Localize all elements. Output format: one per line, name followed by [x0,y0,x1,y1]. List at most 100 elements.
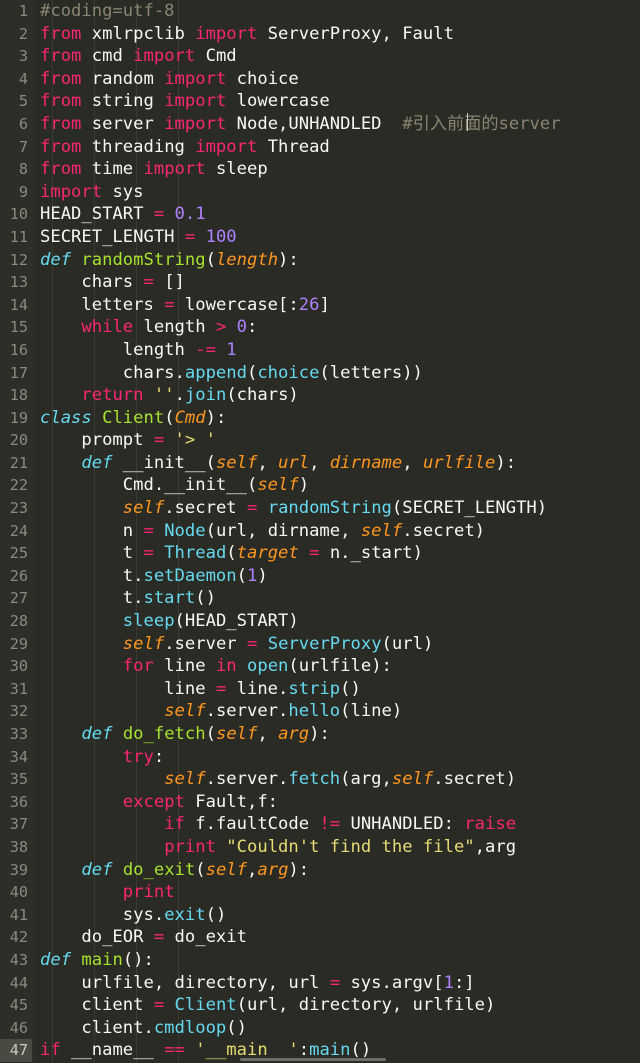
line-source: def main(): [40,949,154,970]
line-source: sys.exit() [40,904,227,925]
line-number: 5 [18,92,28,111]
line-number: 14 [9,295,28,314]
code-line[interactable]: 24 n = Node(url, dirname, self.secret) [0,520,640,543]
line-number: 1 [18,2,28,20]
line-number: 22 [9,476,28,495]
line-source: return ''.join(chars) [81,385,299,406]
code-line[interactable]: 22 Cmd.__init__(self) [0,474,640,497]
line-number: 44 [9,973,28,992]
line-source: from time import sleep [40,159,268,180]
code-line[interactable]: 42 do_EOR = do_exit [0,926,640,949]
line-number: 28 [9,612,28,631]
code-line[interactable]: 18 return ''.join(chars) [0,384,640,407]
line-source: prompt = '> ' [40,430,216,451]
code-line[interactable]: 23 self.secret = randomString(SECRET_LEN… [0,497,640,520]
line-number: 32 [9,702,28,721]
code-line[interactable]: 46 client.cmdloop() [0,1017,640,1040]
code-line[interactable]: 13 chars = [] [0,271,640,294]
line-source: try: [122,746,165,767]
line-number: 3 [18,47,28,66]
line-number: 23 [9,499,28,518]
code-line[interactable]: 3 from cmd import Cmd [0,45,640,68]
code-line[interactable]: 5 from string import lowercase [0,90,640,113]
code-line[interactable]: 35 self.server.fetch(arg,self.secret) [0,768,640,791]
code-line[interactable]: 14 letters = lowercase[:26] [0,294,640,317]
code-line[interactable]: 32 self.server.hello(line) [0,700,640,723]
code-line[interactable]: 43 def main(): [0,949,640,972]
code-line[interactable]: 44 urlfile, directory, url = sys.argv[1:… [0,972,640,995]
line-source: def __init__(self, url, dirname, urlfile… [81,452,517,473]
code-line[interactable]: 30 for line in open(urlfile): [0,655,640,678]
code-line[interactable]: 33 def do_fetch(self, arg): [0,723,640,746]
code-line[interactable]: 6 from server import Node,UNHANDLED #引入前面… [0,113,640,136]
line-source: from string import lowercase [40,91,330,112]
line-number: 35 [9,770,28,789]
code-line[interactable]: 19 class Client(Cmd): [0,407,640,430]
line-source: class Client(Cmd): [40,407,227,428]
line-number: 12 [9,250,28,269]
code-line[interactable]: 15 while length > 0: [0,316,640,339]
line-number: 20 [9,431,28,450]
line-number: 6 [18,114,28,133]
line-source: chars.append(choice(letters)) [40,362,423,383]
line-number: 39 [9,860,28,879]
line-source: self.server = ServerProxy(url) [122,633,434,654]
code-line[interactable]: 37 if f.faultCode != UNHANDLED: raise [0,813,640,836]
code-line[interactable]: 31 line = line.strip() [0,678,640,701]
line-number: 40 [9,883,28,902]
line-number: 26 [9,566,28,585]
line-source: from cmd import Cmd [40,46,237,67]
line-number: 25 [9,544,28,563]
code-line[interactable]: 10 HEAD_START = 0.1 [0,203,640,226]
code-line[interactable]: 40 print [0,881,640,904]
code-line[interactable]: 9 import sys [0,181,640,204]
line-number: 33 [9,725,28,743]
code-line[interactable]: 7 from threading import Thread [0,136,640,159]
line-source: from server import Node,UNHANDLED #引入前面的… [40,113,561,134]
code-line[interactable]: 2 from xmlrpclib import ServerProxy, Faul… [0,23,640,46]
code-line[interactable]: 29 self.server = ServerProxy(url) [0,633,640,656]
line-source: def do_fetch(self, arg): [81,724,330,744]
line-number: 18 [9,386,28,405]
horizontal-scrollbar[interactable] [240,1058,386,1061]
code-line[interactable]: 27 t.start() [0,587,640,610]
code-line[interactable]: 26 t.setDaemon(1) [0,565,640,588]
code-line[interactable]: 11 SECRET_LENGTH = 100 [0,226,640,249]
code-line[interactable]: 39 def do_exit(self,arg): [0,859,640,882]
line-number: 15 [9,318,28,337]
code-line[interactable]: 28 sleep(HEAD_START) [0,610,640,633]
line-number: 38 [9,837,28,856]
line-number: 4 [18,69,28,88]
code-line[interactable]: 8 from time import sleep [0,158,640,181]
line-source: t.start() [40,588,216,609]
line-number: 13 [9,273,28,292]
code-line[interactable]: 16 length -= 1 [0,339,640,362]
line-number: 9 [18,182,28,201]
line-source: sleep(HEAD_START) [122,611,299,632]
code-line[interactable]: 4 from random import choice [0,68,640,91]
code-line[interactable]: 34 try: [0,746,640,769]
line-number: 16 [9,340,28,359]
line-number: 27 [9,589,28,608]
code-line[interactable]: 25 t = Thread(target = n._start) [0,542,640,565]
line-source: print [122,882,175,903]
line-source: except Fault,f: [122,791,279,812]
line-number: 10 [9,205,28,224]
code-line[interactable]: 45 client = Client(url, directory, urlfi… [0,994,640,1017]
line-number: 24 [9,521,28,540]
code-line[interactable]: 21 def __init__(self, url, dirname, urlf… [0,452,640,475]
code-editor[interactable]: 1 #coding=utf-8 2 from xmlrpclib import Se… [0,0,640,1063]
code-line[interactable]: 17 chars.append(choice(letters)) [0,362,640,385]
code-line[interactable]: 1 #coding=utf-8 [0,0,640,23]
code-line[interactable]: 20 prompt = '> ' [0,429,640,452]
line-source: from xmlrpclib import ServerProxy, Fault [40,23,454,44]
code-line[interactable]: 41 sys.exit() [0,904,640,927]
code-line-list: 1 #coding=utf-8 2 from xmlrpclib import Se… [0,0,640,1062]
line-source: if f.faultCode != UNHANDLED: raise [164,814,517,835]
code-line[interactable]: 38 print "Couldn't find the file",arg [0,836,640,859]
line-source: letters = lowercase[:26] [40,294,330,315]
line-number: 21 [9,453,28,472]
code-line[interactable]: 36 except Fault,f: [0,791,640,814]
code-line[interactable]: 12 def randomString(length): [0,249,640,272]
line-source: print "Couldn't find the file",arg [164,836,517,857]
